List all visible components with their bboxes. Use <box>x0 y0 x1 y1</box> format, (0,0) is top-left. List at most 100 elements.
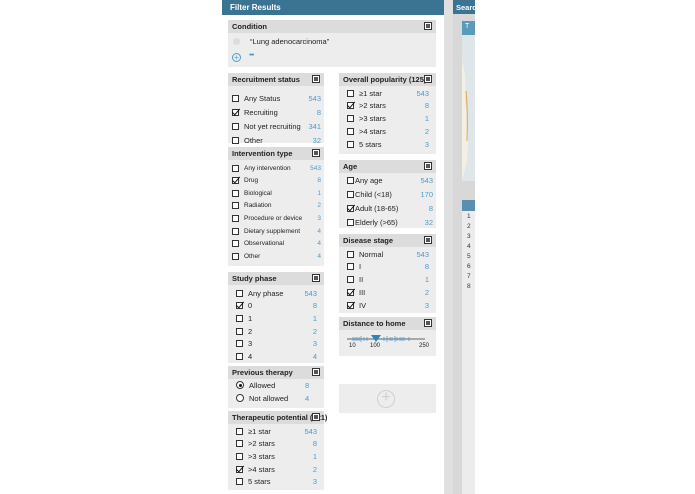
recruitment-option[interactable]: Any Status 543 <box>228 92 324 104</box>
therapy-option[interactable]: Allowed 8 <box>228 379 324 391</box>
checkbox[interactable] <box>236 478 243 486</box>
stage-option[interactable]: I8 <box>339 261 436 273</box>
intervention-option[interactable]: Any intervention 543 <box>228 162 324 174</box>
recruitment-option[interactable]: Recruiting 8 <box>228 106 324 118</box>
checkbox[interactable] <box>232 252 239 260</box>
more-conditions-button[interactable]: ••• <box>249 52 254 59</box>
stage-title: Disease stage <box>343 236 394 245</box>
add-filter-icon[interactable]: + <box>377 390 395 408</box>
row-number: 5 <box>467 253 471 260</box>
phase-option[interactable]: Any phase 543 <box>228 287 324 299</box>
add-condition-icon[interactable]: + <box>232 53 241 62</box>
checkbox[interactable] <box>232 214 239 222</box>
recruitment-option[interactable]: Not yet recruiting 341 <box>228 120 324 132</box>
therapeutic-option[interactable]: 5 stars 3 <box>228 476 324 488</box>
phase-option-count: 543 <box>304 288 317 298</box>
intervention-option[interactable]: Dietary supplement 4 <box>228 225 324 237</box>
checkbox[interactable] <box>347 115 354 123</box>
checkbox[interactable] <box>232 189 239 197</box>
checkbox[interactable] <box>232 136 239 144</box>
intervention-option[interactable]: Radiation 2 <box>228 200 324 212</box>
radio-button[interactable] <box>236 394 244 402</box>
remove-condition-icon[interactable] <box>233 38 240 45</box>
close-icon[interactable] <box>312 149 320 157</box>
therapeutic-option[interactable]: >4 stars 2 <box>228 463 324 475</box>
checkbox[interactable] <box>232 94 239 102</box>
checkbox[interactable] <box>232 108 239 116</box>
popularity-option[interactable]: >2 stars 8 <box>339 100 436 112</box>
close-icon[interactable] <box>312 75 320 83</box>
phase-option[interactable]: 44 <box>228 351 324 363</box>
checkbox[interactable] <box>236 465 243 473</box>
checkbox[interactable] <box>347 250 354 258</box>
close-icon[interactable] <box>424 162 432 170</box>
checkbox[interactable] <box>236 340 243 348</box>
checkbox[interactable] <box>347 301 354 309</box>
checkbox[interactable] <box>236 353 243 360</box>
checkbox[interactable] <box>347 276 354 284</box>
age-option[interactable]: Child (<18) 170 <box>339 188 436 200</box>
close-icon[interactable] <box>424 236 432 244</box>
intervention-option[interactable]: Drug 8 <box>228 175 324 187</box>
checkbox[interactable] <box>347 204 354 212</box>
checkbox[interactable] <box>236 302 243 310</box>
checkbox[interactable] <box>232 164 239 172</box>
close-icon[interactable] <box>312 413 320 421</box>
slider-handle[interactable] <box>371 335 381 342</box>
checkbox[interactable] <box>236 427 243 435</box>
radio-button[interactable] <box>236 381 244 389</box>
checkbox[interactable] <box>347 89 354 97</box>
phase-option[interactable]: 08 <box>228 300 324 312</box>
checkbox[interactable] <box>232 122 239 130</box>
phase-option[interactable]: 33 <box>228 338 324 350</box>
close-icon[interactable] <box>312 274 320 282</box>
checkbox[interactable] <box>232 227 239 235</box>
stage-option[interactable]: II 1 <box>339 274 436 286</box>
intervention-option[interactable]: Biological 1 <box>228 187 324 199</box>
age-option[interactable]: Elderly (>65) 32 <box>339 216 436 228</box>
intervention-option[interactable]: Other 4 <box>228 250 324 262</box>
therapy-option[interactable]: Not allowed 4 <box>228 392 324 404</box>
checkbox[interactable] <box>232 240 239 248</box>
checkbox[interactable] <box>347 140 354 148</box>
therapeutic-option[interactable]: ≥1 star 543 <box>228 425 324 437</box>
intervention-option[interactable]: Procedure or device 3 <box>228 212 324 224</box>
checkbox[interactable] <box>236 289 243 297</box>
checkbox[interactable] <box>236 314 243 322</box>
age-option[interactable]: Adult (18-65) 8 <box>339 202 436 214</box>
close-icon[interactable] <box>424 22 432 30</box>
checkbox[interactable] <box>347 288 354 296</box>
checkbox[interactable] <box>236 440 243 448</box>
phase-option[interactable]: 11 <box>228 312 324 324</box>
popularity-option[interactable]: ≥1 star 543 <box>339 87 436 99</box>
distance-slider-track[interactable] <box>339 330 436 344</box>
recruitment-option[interactable]: Other 32 <box>228 134 324 146</box>
therapeutic-option[interactable]: >2 stars 8 <box>228 438 324 450</box>
checkbox[interactable] <box>347 263 354 271</box>
age-header: Age <box>339 160 436 173</box>
close-icon[interactable] <box>424 319 432 327</box>
checkbox[interactable] <box>232 202 239 210</box>
checkbox[interactable] <box>236 452 243 460</box>
checkbox[interactable] <box>347 218 354 226</box>
popularity-option[interactable]: 5 stars 3 <box>339 138 436 150</box>
age-option[interactable]: Any age 543 <box>339 174 436 186</box>
checkbox[interactable] <box>347 102 354 110</box>
checkbox[interactable] <box>347 190 354 198</box>
checkbox[interactable] <box>232 177 239 185</box>
therapeutic-option[interactable]: >3 stars 1 <box>228 450 324 462</box>
phase-option[interactable]: 22 <box>228 325 324 337</box>
stage-option[interactable]: IV 3 <box>339 299 436 311</box>
stage-option[interactable]: Normal 543 <box>339 248 436 260</box>
checkbox[interactable] <box>347 127 354 135</box>
map-view[interactable] <box>462 21 475 181</box>
stage-option[interactable]: III 2 <box>339 286 436 298</box>
intervention-option[interactable]: Observational 4 <box>228 238 324 250</box>
add-filter-panel[interactable]: + <box>339 384 436 413</box>
popularity-option[interactable]: >3 stars 1 <box>339 113 436 125</box>
close-icon[interactable] <box>424 75 432 83</box>
popularity-option[interactable]: >4 stars 2 <box>339 125 436 137</box>
checkbox[interactable] <box>236 327 243 335</box>
close-icon[interactable] <box>312 368 320 376</box>
checkbox[interactable] <box>347 176 354 184</box>
